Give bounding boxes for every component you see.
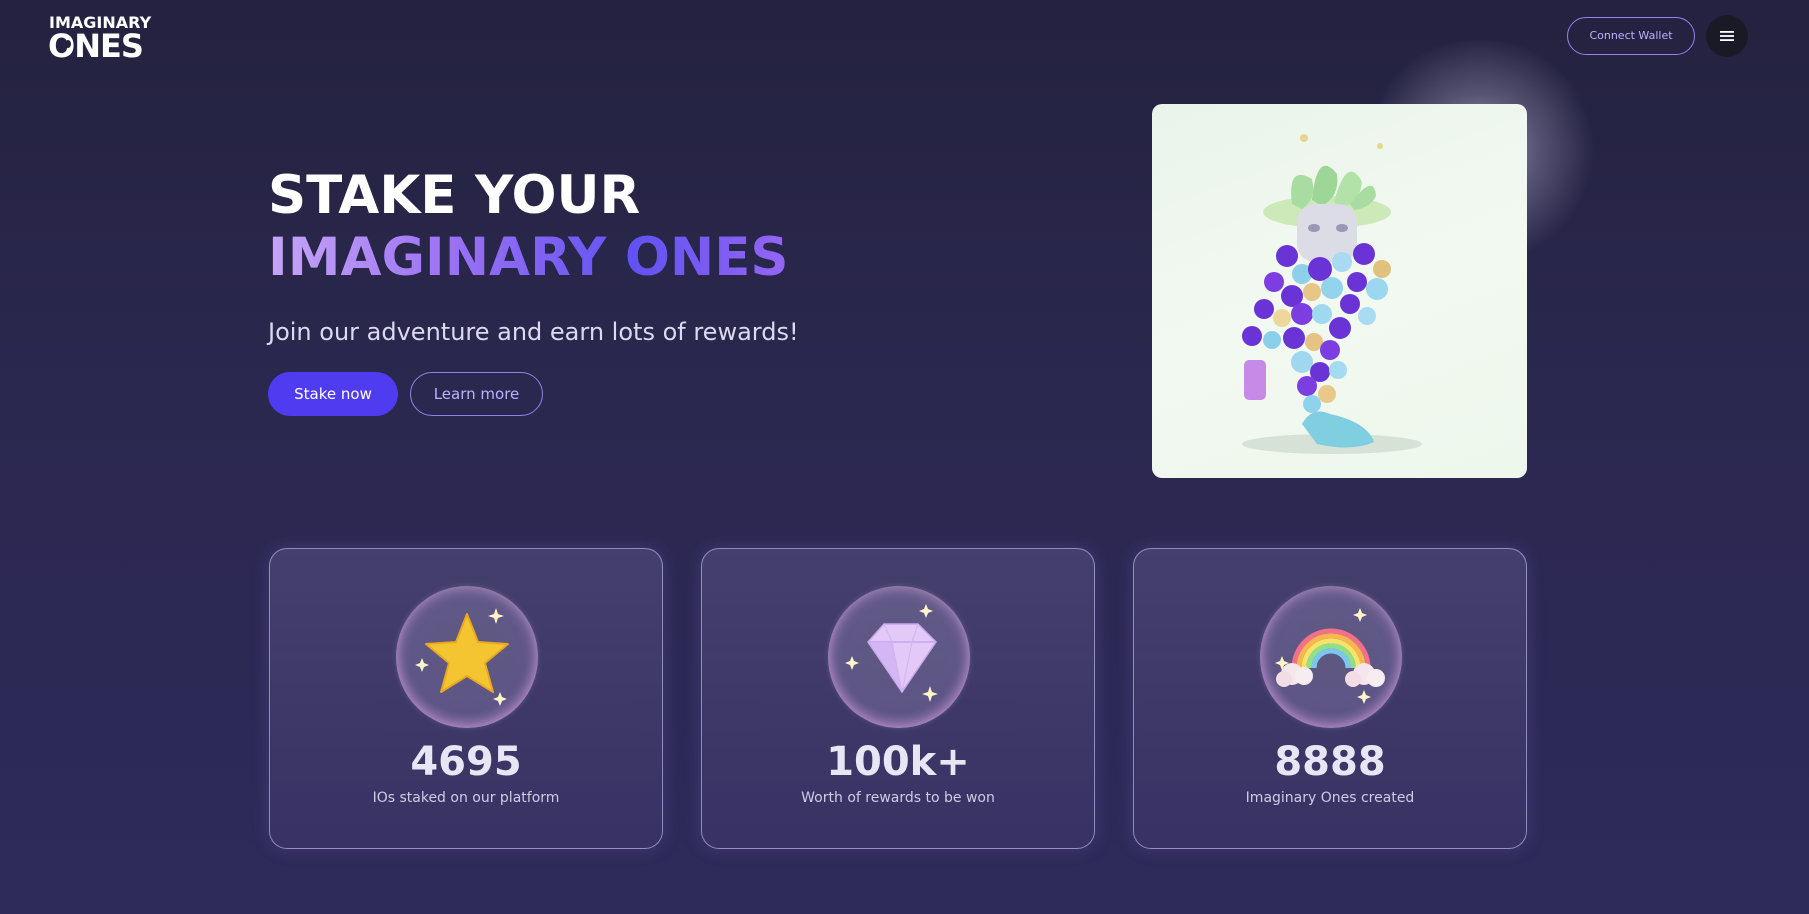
imaginary-ones-logo[interactable]: IMAGINARY ONES xyxy=(48,14,156,65)
stat-label-created: Imaginary Ones created xyxy=(1245,790,1415,806)
diamond-bubble-icon xyxy=(828,586,970,728)
hero-title-line1: STAKE YOUR xyxy=(268,165,641,226)
stat-value-created: 8888 xyxy=(1274,739,1386,785)
stat-card-created: 8888 Imaginary Ones created xyxy=(1133,548,1527,849)
rainbow-bubble-icon xyxy=(1260,586,1402,728)
stat-value-rewards: 100k+ xyxy=(826,739,970,785)
hamburger-menu-icon xyxy=(1720,31,1734,41)
learn-more-button[interactable]: Learn more xyxy=(410,372,543,416)
stat-card-staked: 4695 IOs staked on our platform xyxy=(269,548,663,849)
hero-subtitle: Join our adventure and earn lots of rewa… xyxy=(268,318,799,346)
stat-label-staked: IOs staked on our platform xyxy=(372,790,560,806)
connect-wallet-button[interactable]: Connect Wallet xyxy=(1567,17,1695,55)
menu-button[interactable] xyxy=(1706,15,1748,57)
hero-title-line2: IMAGINARY ONES xyxy=(268,227,789,288)
star-bubble-icon xyxy=(396,586,538,728)
stat-value-staked: 4695 xyxy=(410,739,522,785)
stake-now-button[interactable]: Stake now xyxy=(268,372,398,416)
stat-label-rewards: Worth of rewards to be won xyxy=(801,790,995,806)
stat-card-rewards: 100k+ Worth of rewards to be won xyxy=(701,548,1095,849)
logo-eyes-icon xyxy=(54,40,76,52)
hero-character-image xyxy=(1152,104,1527,478)
